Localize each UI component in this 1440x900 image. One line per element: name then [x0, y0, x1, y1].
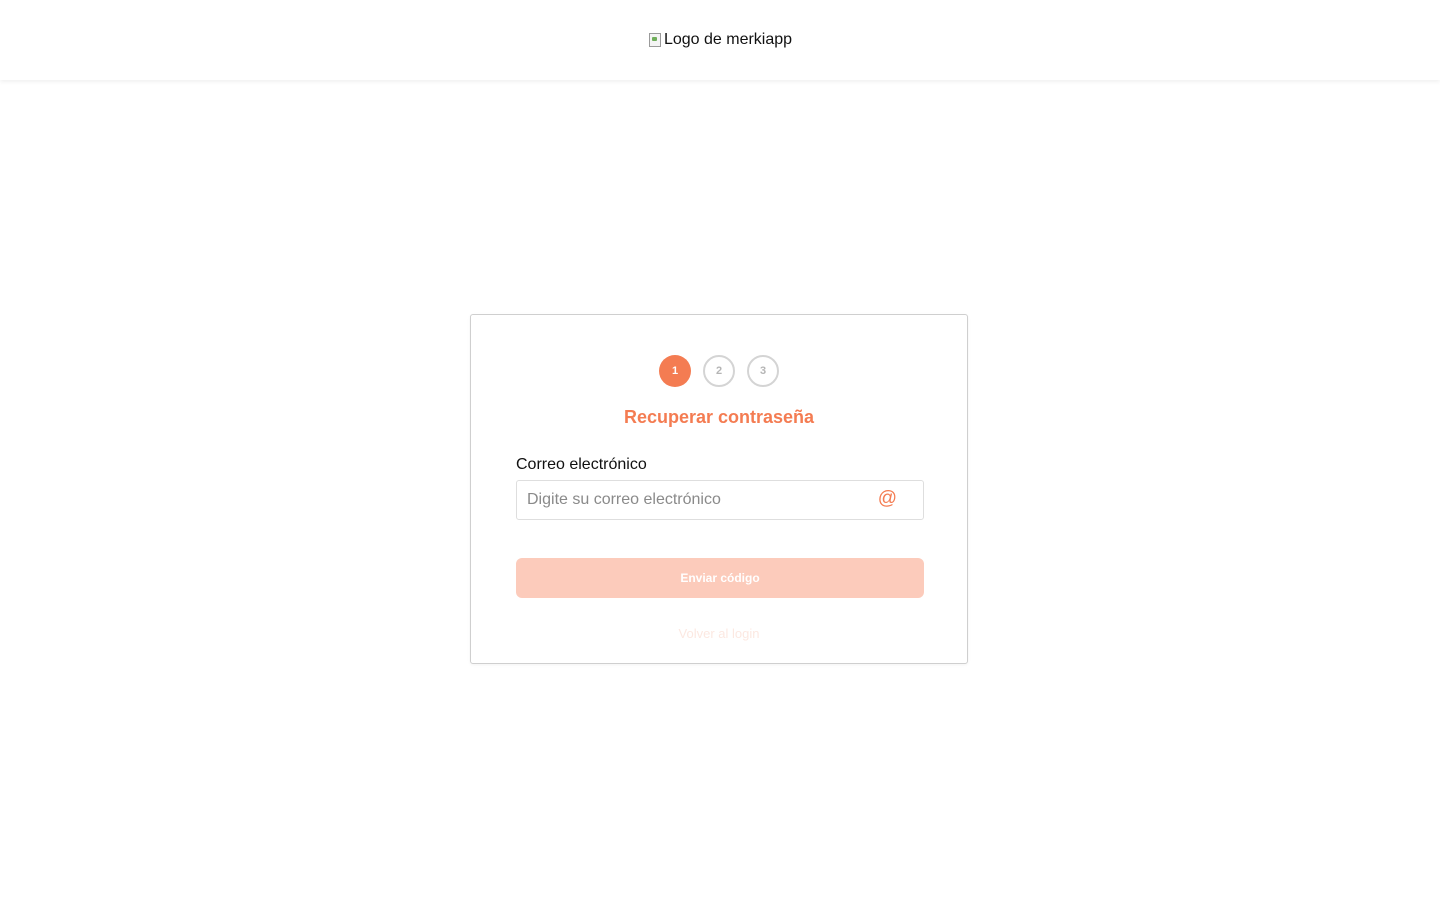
- send-code-button[interactable]: Enviar código: [516, 558, 924, 598]
- at-sign-icon: @: [877, 488, 897, 509]
- email-input[interactable]: [517, 481, 877, 519]
- back-to-login-link[interactable]: Volver al login: [471, 626, 967, 641]
- recover-password-card: 1 2 3 Recuperar contraseña Correo electr…: [470, 314, 968, 664]
- broken-image-icon: [648, 32, 662, 48]
- logo[interactable]: Logo de merkiapp: [648, 31, 792, 49]
- top-header: Logo de merkiapp: [0, 0, 1440, 80]
- email-field-wrapper: @: [516, 480, 924, 520]
- step-1-indicator: 1: [659, 355, 691, 387]
- step-2-indicator: 2: [703, 355, 735, 387]
- stepper: 1 2 3: [471, 355, 967, 387]
- email-label: Correo electrónico: [516, 456, 647, 473]
- page-title: Recuperar contraseña: [623, 407, 815, 427]
- step-3-indicator: 3: [747, 355, 779, 387]
- logo-alt-text: Logo de merkiapp: [663, 30, 793, 48]
